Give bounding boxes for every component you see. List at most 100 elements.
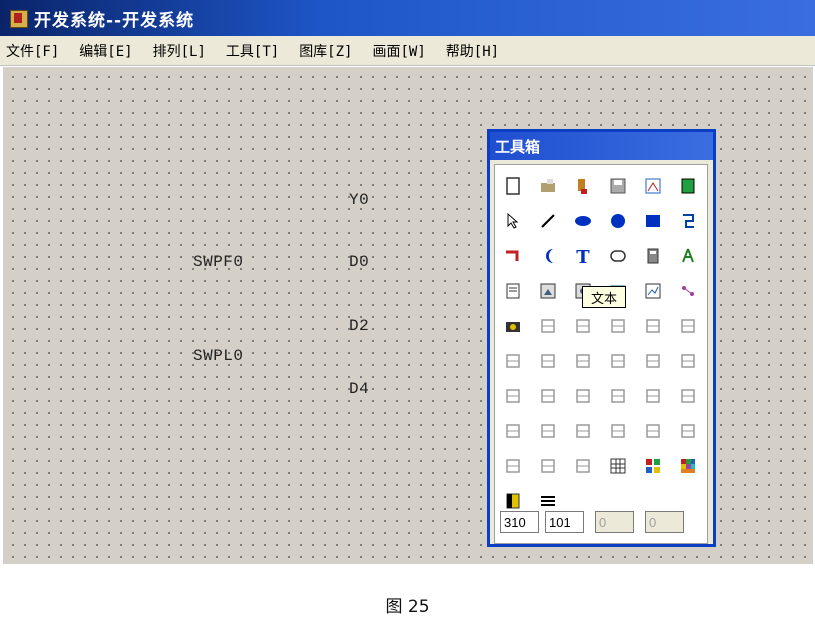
- menu-help[interactable]: 帮助[H]: [446, 41, 499, 61]
- grid-icon[interactable]: [605, 453, 631, 479]
- color-grid-icon[interactable]: [640, 453, 666, 479]
- open-folder-icon[interactable]: [535, 173, 561, 199]
- label-swpl0[interactable]: SWPL0: [193, 347, 244, 365]
- ellipse-filled-icon-glyph: [575, 216, 591, 226]
- height-field: [645, 511, 684, 533]
- rounded-rect-icon[interactable]: [605, 243, 631, 269]
- arc-icon[interactable]: [535, 243, 561, 269]
- pipe-icon[interactable]: [500, 243, 526, 269]
- menu-tools[interactable]: 工具[T]: [226, 41, 279, 61]
- coord-y-field[interactable]: [545, 511, 584, 533]
- toolbox-title: 工具箱: [495, 137, 541, 156]
- ungroup-icon[interactable]: [500, 383, 526, 409]
- picture-icon-glyph: [540, 283, 556, 299]
- notepad-icon[interactable]: [500, 278, 526, 304]
- line-style-icon-glyph: [541, 496, 555, 506]
- polyline-icon[interactable]: [675, 208, 701, 234]
- line-icon-glyph: [541, 214, 555, 228]
- label-d0[interactable]: D0: [349, 253, 369, 271]
- align-bottom-icon[interactable]: [675, 348, 701, 374]
- align-left-icon-glyph: [506, 354, 520, 368]
- toolbox-grid: TNaC: [494, 164, 708, 544]
- menu-file[interactable]: 文件[F]: [6, 41, 59, 61]
- green-panel-icon[interactable]: [675, 173, 701, 199]
- notepad-icon-glyph: [506, 283, 520, 299]
- camera-icon[interactable]: [500, 313, 526, 339]
- new-page-icon-glyph: [506, 177, 520, 195]
- line-icon[interactable]: [535, 208, 561, 234]
- window-title-bar: 开发系统--开发系统: [0, 0, 815, 36]
- fill-pattern-icon-glyph: [506, 493, 520, 509]
- dots-v-icon[interactable]: [570, 453, 596, 479]
- alarm-icon[interactable]: [675, 243, 701, 269]
- group-icon[interactable]: [605, 313, 631, 339]
- text-icon-glyph: T: [576, 247, 590, 266]
- network-icon[interactable]: [640, 173, 666, 199]
- distribute-icon[interactable]: [570, 418, 596, 444]
- same-size-icon-glyph: [681, 389, 695, 403]
- redo-icon[interactable]: [570, 313, 596, 339]
- coord-x-field[interactable]: [500, 511, 539, 533]
- align-right-icon[interactable]: [570, 348, 596, 374]
- bring-front-icon[interactable]: [535, 383, 561, 409]
- same-width-icon[interactable]: [605, 383, 631, 409]
- dots-h-icon[interactable]: [535, 453, 561, 479]
- snap-icon[interactable]: [500, 453, 526, 479]
- align-middle-icon[interactable]: [640, 348, 666, 374]
- ellipse-filled-icon[interactable]: [570, 208, 596, 234]
- label-y0[interactable]: Y0: [349, 191, 369, 209]
- link-icon[interactable]: [675, 278, 701, 304]
- align-center-icon[interactable]: [535, 348, 561, 374]
- space-v-icon[interactable]: [535, 418, 561, 444]
- menu-bar: 文件[F] 编辑[E] 排列[L] 工具[T] 图库[Z] 画面[W] 帮助[H…: [0, 36, 815, 66]
- paint-bucket-icon[interactable]: [570, 173, 596, 199]
- menu-arrange[interactable]: 排列[L]: [153, 41, 206, 61]
- send-back-icon[interactable]: [570, 383, 596, 409]
- text-icon[interactable]: T: [570, 243, 596, 269]
- same-width-icon-glyph: [611, 389, 625, 403]
- space-h-icon[interactable]: [500, 418, 526, 444]
- center-v-icon[interactable]: [640, 418, 666, 444]
- group-icon-glyph: [611, 319, 625, 333]
- new-page-icon[interactable]: [500, 173, 526, 199]
- same-size-icon[interactable]: [675, 383, 701, 409]
- rectangle-filled-icon-glyph: [646, 215, 660, 227]
- toolbox-title-bar[interactable]: 工具箱: [490, 132, 713, 160]
- trend-icon[interactable]: [640, 278, 666, 304]
- camera-icon-glyph: [506, 322, 520, 332]
- paint-bucket-icon-glyph: [578, 179, 587, 194]
- paste-icon[interactable]: [675, 313, 701, 339]
- paste-icon-glyph: [681, 319, 695, 333]
- menu-screen[interactable]: 画面[W]: [372, 41, 425, 61]
- line-style-icon[interactable]: [535, 488, 561, 514]
- width-field: [595, 511, 634, 533]
- label-d2[interactable]: D2: [349, 317, 369, 335]
- fill-pattern-icon[interactable]: [500, 488, 526, 514]
- calculator-icon[interactable]: [640, 243, 666, 269]
- label-swpf0[interactable]: SWPF0: [193, 253, 244, 271]
- save-icon-glyph: [610, 178, 626, 194]
- rotate-icon[interactable]: [675, 418, 701, 444]
- copy-icon[interactable]: [640, 313, 666, 339]
- center-v-icon-glyph: [646, 424, 660, 438]
- tooltip-text-tool: 文本: [582, 286, 626, 308]
- menu-library[interactable]: 图库[Z]: [299, 41, 352, 61]
- send-back-icon-glyph: [576, 389, 590, 403]
- center-h-icon[interactable]: [605, 418, 631, 444]
- save-icon[interactable]: [605, 173, 631, 199]
- menu-edit[interactable]: 编辑[E]: [79, 41, 132, 61]
- circle-filled-icon[interactable]: [605, 208, 631, 234]
- palette-icon[interactable]: [675, 453, 701, 479]
- same-height-icon[interactable]: [640, 383, 666, 409]
- pointer-icon[interactable]: [500, 208, 526, 234]
- align-left-icon[interactable]: [500, 348, 526, 374]
- rotate-icon-glyph: [681, 424, 695, 438]
- label-d4[interactable]: D4: [349, 380, 369, 398]
- align-top-icon[interactable]: [605, 348, 631, 374]
- align-bottom-icon-glyph: [681, 354, 695, 368]
- snap-icon-glyph: [506, 459, 520, 473]
- picture-icon[interactable]: [535, 278, 561, 304]
- rectangle-filled-icon[interactable]: [640, 208, 666, 234]
- link-icon-glyph: [682, 286, 694, 296]
- undo-icon[interactable]: [535, 313, 561, 339]
